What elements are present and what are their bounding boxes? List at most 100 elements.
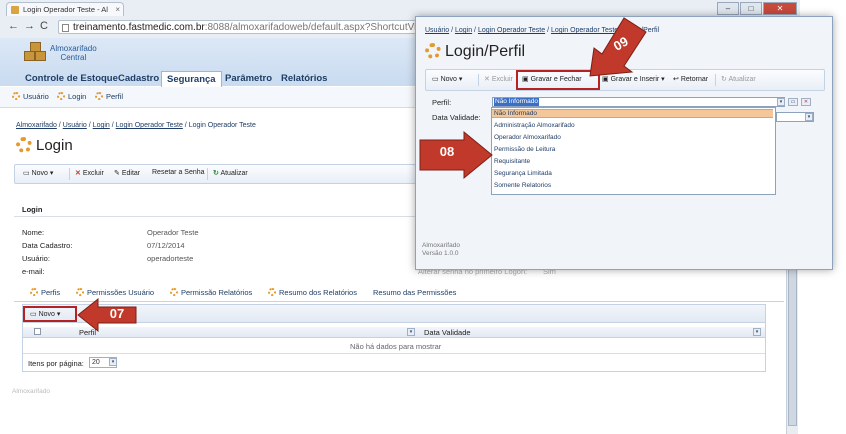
callout-07: 07 — [109, 306, 125, 321]
breadcrumb-link[interactable]: Login — [455, 27, 472, 34]
field-label-email: e-mail: — [22, 267, 45, 276]
breadcrumb-link[interactable]: Usuário — [63, 122, 87, 129]
menu-parametro[interactable]: Parâmetro — [225, 71, 272, 87]
option-administracao[interactable]: Administração Almoxarifado — [494, 122, 575, 129]
option-nao-informado[interactable]: Não Informado — [492, 109, 773, 118]
new-button[interactable]: ▭ Novo ▾ — [23, 169, 53, 177]
back-icon[interactable]: ← — [8, 20, 19, 32]
close-tab-icon[interactable]: × — [115, 3, 120, 16]
field-value-nome: Operador Teste — [147, 228, 199, 237]
perfil-select[interactable]: Não Informado — [492, 97, 785, 107]
perfil-dropdown-list: Não Informado Administração Almoxarifado… — [491, 107, 776, 195]
items-per-page-label: Itens por página: — [28, 359, 84, 368]
select-all-checkbox[interactable] — [34, 328, 41, 335]
tab-perfis[interactable]: Perfis — [30, 288, 60, 297]
forward-icon[interactable]: → — [24, 20, 35, 32]
return-icon: ↩ — [673, 76, 679, 83]
app-title: Almoxarifado Central — [50, 44, 97, 62]
clear-icon[interactable]: ✕ — [801, 98, 811, 106]
maximize-button[interactable]: □ — [740, 2, 762, 15]
gear-icon — [170, 288, 178, 296]
menu-seguranca[interactable]: Segurança — [161, 71, 222, 87]
callout-08: 08 — [439, 144, 455, 159]
page-title: Login — [16, 137, 73, 154]
option-permissao-leitura[interactable]: Permissão de Leitura — [494, 146, 555, 153]
save-icon: ▣ — [522, 76, 529, 83]
gear-icon — [16, 137, 32, 153]
menu-cadastro[interactable]: Cadastro — [118, 71, 159, 87]
menu-relatorios[interactable]: Relatórios — [281, 71, 327, 87]
field-value-data: 07/12/2014 — [147, 241, 185, 250]
return-button[interactable]: ↩ Retornar — [673, 75, 708, 83]
edit-button[interactable]: ✎ Editar — [114, 169, 140, 177]
field-label-usuario: Usuário: — [22, 254, 50, 263]
validade-label: Data Validade: — [432, 113, 481, 122]
url-host: treinamento.fastmedic.com.br — [73, 22, 205, 33]
field-label-nome: Nome: — [22, 228, 45, 237]
popup-footer: Almoxarifado Versão 1.0.0 — [422, 242, 460, 257]
gear-icon — [425, 43, 441, 59]
address-bar[interactable]: treinamento.fastmedic.com.br:8088/almoxa… — [58, 20, 418, 34]
refresh-button[interactable]: ↻ Atualizar — [213, 169, 248, 177]
main-toolbar: ▭ Novo ▾ ✕ Excluir ✎ Editar Resetar a Se… — [14, 164, 416, 184]
breadcrumb-link[interactable]: Login Operador Teste — [478, 27, 545, 34]
popup-refresh-button[interactable]: ↻ Atualizar — [721, 75, 756, 83]
gear-icon — [57, 92, 65, 100]
gear-icon — [95, 92, 103, 100]
delete-icon: ✕ — [484, 76, 490, 83]
save-close-button[interactable]: ▣ Gravar e Fechar — [522, 75, 582, 83]
option-operador[interactable]: Operador Almoxarifado — [494, 134, 561, 141]
breadcrumb-link[interactable]: Almoxarifado — [16, 122, 57, 129]
option-seguranca-limitada[interactable]: Segurança Limitada — [494, 170, 552, 177]
close-window-button[interactable]: ✕ — [763, 2, 797, 15]
browser-tab[interactable]: Login Operador Teste - Al × — [6, 2, 124, 16]
refresh-icon: ↻ — [213, 170, 219, 177]
field-label-data: Data Cadastro: — [22, 241, 73, 250]
edit-icon: ✎ — [114, 170, 120, 177]
url-path: :8088/almoxarifadoweb/default.aspx?Short… — [204, 22, 417, 33]
submenu-perfil[interactable]: Perfil — [95, 92, 123, 101]
submenu-usuario[interactable]: Usuário — [12, 92, 49, 101]
chevron-down-icon[interactable]: ▾ — [109, 358, 117, 366]
favicon-icon — [11, 6, 19, 14]
tab-permissao-relatorios[interactable]: Permissão Relatórios — [170, 288, 252, 297]
page-icon — [62, 24, 69, 32]
delete-button[interactable]: ✕ Excluir — [75, 169, 104, 177]
menu-controle-estoque[interactable]: Controle de Estoque — [25, 71, 118, 87]
column-header-validade[interactable]: Data Validade — [424, 328, 471, 337]
breadcrumb-current: Login Operador Teste — [188, 122, 256, 129]
refresh-icon: ↻ — [721, 76, 727, 83]
popup-title: Login/Perfil — [425, 43, 525, 61]
minimize-button[interactable]: – — [717, 2, 739, 15]
field-value-usuario: operadorteste — [147, 254, 194, 263]
refresh-icon[interactable]: C — [40, 20, 48, 32]
calendar-dropdown-icon[interactable]: ▾ — [805, 113, 813, 121]
gear-icon — [30, 288, 38, 296]
breadcrumb-link[interactable]: Usuário — [425, 27, 449, 34]
column-filter-icon[interactable]: ▾ — [407, 328, 415, 336]
app-footer: Almoxarifado — [12, 388, 50, 395]
popup-new-button[interactable]: ▭ Novo ▾ — [432, 75, 462, 83]
gear-icon — [12, 92, 20, 100]
breadcrumb-link[interactable]: Login — [93, 122, 110, 129]
submenu-login[interactable]: Login — [57, 92, 86, 101]
grid-new-button[interactable]: ▭ Novo ▾ — [30, 310, 60, 318]
tab-title: Login Operador Teste - Al — [23, 5, 108, 14]
tab-resumo-relatorios[interactable]: Resumo dos Relatórios — [268, 288, 357, 297]
reset-password-button[interactable]: Resetar a Senha — [152, 169, 205, 176]
empty-grid-message: Não há dados para mostrar — [350, 342, 442, 351]
tab-resumo-permissoes[interactable]: Resumo das Permissões — [373, 288, 456, 297]
option-requisitante[interactable]: Requisitante — [494, 158, 530, 165]
breadcrumb-link[interactable]: Login Operador Teste — [116, 122, 183, 129]
option-somente-relatorios[interactable]: Somente Relatorios — [494, 182, 551, 189]
perfil-label: Perfil: — [432, 98, 452, 107]
new-item-icon[interactable]: ▭ — [788, 98, 798, 106]
gear-icon — [268, 288, 276, 296]
breadcrumb: Almoxarifado / Usuário / Login / Login O… — [16, 122, 256, 129]
popup-delete-button[interactable]: ✕ Excluir — [484, 75, 513, 83]
chevron-down-icon[interactable]: ▾ — [777, 98, 785, 106]
column-filter-icon[interactable]: ▾ — [753, 328, 761, 336]
delete-icon: ✕ — [75, 170, 81, 177]
logo-icon — [22, 42, 46, 62]
section-title: Login — [22, 205, 43, 214]
